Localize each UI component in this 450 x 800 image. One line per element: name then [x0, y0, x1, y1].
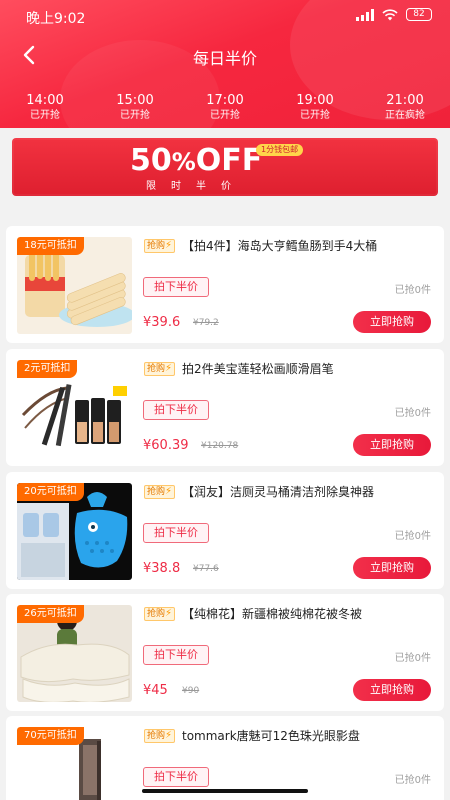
coupon-badge: 70元可抵扣 — [17, 727, 84, 745]
coupon-badge: 2元可抵扣 — [17, 360, 78, 378]
time-tab-status: 正在疯抢 — [385, 110, 425, 121]
status-icons: 82 — [356, 8, 432, 21]
time-tab[interactable]: 17:00 已开抢 — [180, 93, 270, 123]
battery-icon: 82 — [406, 8, 432, 21]
flash-sale-label: 抢购 — [147, 731, 166, 741]
sale-price: ¥39.6 — [143, 315, 181, 330]
time-tab[interactable]: 15:00 已开抢 — [90, 93, 180, 123]
product-card[interactable]: 70元可抵扣 抢购⚡ tommark唐魅可12色珠光眼影盘 拍下半价 已抢0件 — [6, 716, 444, 800]
sale-price: ¥38.8 — [143, 561, 181, 576]
time-tabs: 14:00 已开抢 15:00 已开抢 17:00 已开抢 19:00 已开抢 … — [0, 93, 450, 123]
grabbed-count: 已抢0件 — [394, 408, 431, 419]
time-tab-time: 17:00 — [206, 93, 244, 108]
status-time: 晚上9:02 — [26, 11, 86, 27]
product-card[interactable]: 2元可抵扣 抢购⚡ 拍2件美宝莲轻松画顺滑眉笔 拍下半价 已抢0件 ¥60.39… — [6, 349, 444, 466]
coupon-badge: 20元可抵扣 — [17, 483, 84, 501]
grabbed-count: 已抢0件 — [394, 775, 431, 786]
product-image: 2元可抵扣 — [17, 360, 132, 457]
promo-number: 50 — [130, 143, 172, 178]
product-image: 18元可抵扣 — [17, 237, 132, 334]
half-price-tag: 拍下半价 — [143, 277, 209, 297]
time-tab-time: 19:00 — [296, 93, 334, 108]
lightning-icon: ⚡ — [165, 363, 173, 374]
product-card[interactable]: 18元可抵扣 抢购⚡ 【拍4件】海岛大亨鳕鱼肠到手4大桶 拍下半价 已抢0件 ¥… — [6, 226, 444, 343]
buy-now-button[interactable]: 立即抢购 — [353, 557, 431, 579]
product-card[interactable]: 20元可抵扣 抢购⚡ 【润友】洁厕灵马桶清洁剂除臭神器 拍下半价 已抢0件 ¥3… — [6, 472, 444, 589]
product-title: 【润友】洁厕灵马桶清洁剂除臭神器 — [182, 485, 375, 499]
buy-now-button[interactable]: 立即抢购 — [353, 679, 431, 701]
flash-sale-label: 抢购 — [147, 241, 166, 251]
time-tab[interactable]: 14:00 已开抢 — [0, 93, 90, 123]
time-tab-time: 15:00 — [116, 93, 154, 108]
home-indicator[interactable] — [142, 789, 308, 793]
time-tab-status: 已开抢 — [30, 110, 60, 121]
flash-sale-badge: 抢购⚡ — [144, 485, 176, 499]
time-tab-status: 已开抢 — [120, 110, 150, 121]
buy-now-button[interactable]: 立即抢购 — [353, 434, 431, 456]
flash-sale-label: 抢购 — [147, 609, 166, 619]
buy-now-button[interactable]: 立即抢购 — [353, 311, 431, 333]
status-bar: 晚上9:02 82 — [0, 0, 450, 32]
coupon-badge: 18元可抵扣 — [17, 237, 84, 255]
sale-price: ¥45 — [143, 683, 168, 698]
product-image: 70元可抵扣 — [17, 727, 132, 800]
product-image: 20元可抵扣 — [17, 483, 132, 580]
promo-off: OFF — [195, 143, 263, 178]
time-tab-status: 已开抢 — [300, 110, 330, 121]
flash-sale-badge: 抢购⚡ — [144, 239, 176, 253]
flash-sale-label: 抢购 — [147, 487, 166, 497]
original-price: ¥77.6 — [193, 564, 219, 574]
original-price: ¥79.2 — [193, 318, 219, 328]
sale-price: ¥60.39 — [143, 438, 189, 453]
lightning-icon: ⚡ — [165, 240, 173, 251]
time-tab-time: 21:00 — [386, 93, 424, 108]
lightning-icon: ⚡ — [165, 608, 173, 619]
product-image: 26元可抵扣 — [17, 605, 132, 702]
signal-icon — [356, 8, 374, 21]
flash-sale-badge: 抢购⚡ — [144, 607, 176, 621]
half-price-tag: 拍下半价 — [143, 645, 209, 665]
promo-tag: 1分钱包邮 — [256, 144, 304, 156]
original-price: ¥90 — [182, 686, 200, 696]
promo-percent: % — [171, 148, 196, 176]
grabbed-count: 已抢0件 — [394, 653, 431, 664]
flash-sale-label: 抢购 — [147, 364, 166, 374]
promo-subtitle: 限时半价 — [146, 181, 246, 192]
time-tab-status: 已开抢 — [210, 110, 240, 121]
grabbed-count: 已抢0件 — [394, 285, 431, 296]
flash-sale-badge: 抢购⚡ — [144, 729, 176, 743]
promo-banner[interactable]: 50%OFF 1分钱包邮 限时半价 — [12, 138, 438, 196]
product-title: 【拍4件】海岛大亨鳕鱼肠到手4大桶 — [182, 239, 378, 253]
half-price-tag: 拍下半价 — [143, 767, 209, 787]
coupon-badge: 26元可抵扣 — [17, 605, 84, 623]
lightning-icon: ⚡ — [165, 730, 173, 741]
half-price-tag: 拍下半价 — [143, 400, 209, 420]
original-price: ¥120.78 — [201, 441, 239, 451]
product-card[interactable]: 26元可抵扣 抢购⚡ 【纯棉花】新疆棉被纯棉花被冬被 拍下半价 已抢0件 ¥45… — [6, 594, 444, 711]
time-tab-active[interactable]: 21:00 正在疯抢 — [360, 93, 450, 123]
page-title: 每日半价 — [192, 49, 257, 68]
product-title: 【纯棉花】新疆棉被纯棉花被冬被 — [182, 607, 363, 621]
grabbed-count: 已抢0件 — [394, 531, 431, 542]
time-tab[interactable]: 19:00 已开抢 — [270, 93, 360, 123]
lightning-icon: ⚡ — [165, 486, 173, 497]
wifi-icon — [382, 8, 398, 20]
product-title: tommark唐魅可12色珠光眼影盘 — [182, 729, 360, 743]
product-title: 拍2件美宝莲轻松画顺滑眉笔 — [182, 362, 334, 376]
half-price-tag: 拍下半价 — [143, 523, 209, 543]
header: 晚上9:02 82 每日半价 14:00 已开抢 15:00 已开抢 17:00… — [0, 0, 450, 128]
time-tab-time: 14:00 — [26, 93, 64, 108]
flash-sale-badge: 抢购⚡ — [144, 362, 176, 376]
promo-headline: 50%OFF — [130, 145, 262, 178]
